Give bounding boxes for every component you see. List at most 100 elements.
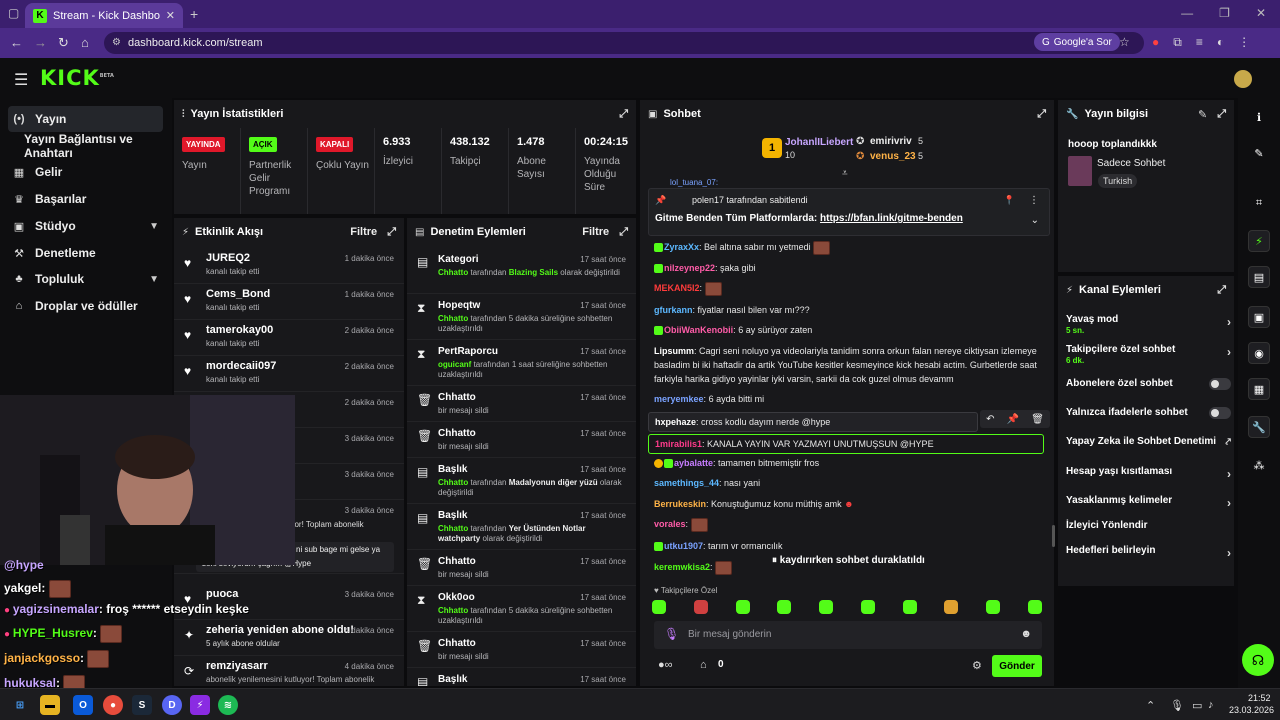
moderator-name[interactable]: Chhatto xyxy=(438,524,468,533)
chat-username[interactable]: meryemkee xyxy=(654,394,704,404)
activity-user[interactable]: puoca xyxy=(206,588,238,600)
site-info-icon[interactable]: ⚙ xyxy=(112,37,121,48)
crop-icon[interactable]: ⌗ xyxy=(1248,192,1270,214)
moderation-target[interactable]: Chhatto xyxy=(438,556,476,567)
activity-user[interactable]: Cems_Bond xyxy=(206,288,270,300)
popout-icon[interactable]: ⤢ xyxy=(1037,108,1046,121)
profile-avatar-icon[interactable]: ◐ xyxy=(1217,35,1224,50)
expand-leaderboard-icon[interactable]: ⩡ xyxy=(842,168,848,179)
forward-icon[interactable]: → xyxy=(34,35,47,50)
moderation-target[interactable]: Başlık xyxy=(438,674,467,685)
url-field[interactable]: ⚙ dashboard.kick.com/stream xyxy=(104,32,1144,54)
discord-icon[interactable]: D xyxy=(162,695,182,715)
activity-user[interactable]: JUREQ2 xyxy=(206,252,250,264)
hamburger-menu-icon[interactable]: ☰ xyxy=(14,70,28,90)
rail-grid-icon[interactable]: ▦ xyxy=(1248,378,1270,400)
edit-icon[interactable]: ✎ xyxy=(1198,108,1207,121)
chat-username[interactable]: samethings_44 xyxy=(654,478,719,488)
quick-emote-icon[interactable] xyxy=(986,600,1001,614)
chat-paused-notice[interactable]: ⏸ kaydırırken sohbet duraklatıldı xyxy=(772,555,925,566)
windows-start-icon[interactable]: ⊞ xyxy=(10,695,30,715)
channel-action-item[interactable]: Yapay Zeka ile Sohbet Denetimi ⤤ xyxy=(1066,436,1231,448)
points-icon[interactable]: ●∞ xyxy=(658,659,673,671)
send-button[interactable]: Gönder xyxy=(992,655,1042,677)
emoji-picker-icon[interactable]: 🎙 xyxy=(664,627,679,641)
chat-username[interactable]: aybalatte xyxy=(674,458,713,468)
kick-logo[interactable]: KICKBETA xyxy=(40,66,114,90)
moderation-target[interactable]: Chhatto xyxy=(438,638,476,649)
reading-list-icon[interactable]: ≡ xyxy=(1196,35,1203,50)
sidebar-item-denetleme[interactable]: ⚒ Denetleme xyxy=(8,240,163,266)
pencil-icon[interactable]: ✎ xyxy=(1248,142,1270,164)
second-name[interactable]: emirivriv xyxy=(870,136,912,147)
quick-emote-icon[interactable] xyxy=(652,600,666,614)
close-window-icon[interactable]: ✕ xyxy=(1256,6,1266,20)
quick-emote-icon[interactable] xyxy=(944,600,959,614)
chat-username[interactable]: MEKAN5I2 xyxy=(654,283,700,293)
chrome-icon[interactable]: ● xyxy=(103,695,123,715)
moderator-name[interactable]: Chhatto xyxy=(438,478,468,487)
rail-broadcast-icon[interactable]: ◉ xyxy=(1248,342,1270,364)
quick-emote-icon[interactable] xyxy=(819,600,834,614)
gift-icon[interactable]: ⌂ xyxy=(700,659,707,671)
browser-tab[interactable]: K Stream - Kick Dashboard ✕ xyxy=(25,3,183,28)
spotify-icon[interactable]: ≋ xyxy=(218,695,238,715)
user-avatar[interactable] xyxy=(1234,70,1252,88)
sidebar-item-yayin[interactable]: (•) Yayın xyxy=(8,106,163,132)
back-icon[interactable]: ← xyxy=(10,35,23,50)
rail-chat-icon[interactable]: ▣ xyxy=(1248,306,1270,328)
quick-emote-icon[interactable] xyxy=(860,600,875,614)
popout-icon[interactable]: ⤢ xyxy=(619,226,628,239)
minimize-icon[interactable]: — xyxy=(1181,6,1193,20)
quick-emote-icon[interactable] xyxy=(693,600,708,614)
outlook-icon[interactable]: O xyxy=(73,695,93,715)
chat-input-box[interactable]: 🎙 Bir mesaj gönderin ☻ xyxy=(654,621,1042,649)
pin-message-icon[interactable]: 📌 xyxy=(1007,414,1019,425)
moderation-target[interactable]: Başlık xyxy=(438,510,467,521)
chat-username[interactable]: utku1907 xyxy=(664,541,703,551)
third-name[interactable]: venus_23 xyxy=(870,151,916,162)
activity-user[interactable]: remziyasarr xyxy=(206,660,268,672)
sidebar-item-stream-key[interactable]: Yayın Bağlantısı ve Anahtarı xyxy=(20,132,170,160)
delete-message-icon[interactable]: 🗑 xyxy=(1031,414,1044,425)
popout-icon[interactable]: ⤢ xyxy=(1217,284,1226,297)
moderator-name[interactable]: Chhatto xyxy=(438,606,468,615)
moderation-target[interactable]: Başlık xyxy=(438,464,467,475)
microphone-icon[interactable]: 🎙 xyxy=(1170,699,1184,712)
channel-action-item[interactable]: Abonelere özel sohbet xyxy=(1066,378,1231,390)
new-tab-icon[interactable]: + xyxy=(190,6,198,22)
toggle-switch[interactable] xyxy=(1209,407,1231,419)
more-options-icon[interactable]: ⋮ xyxy=(1029,195,1039,206)
moderation-target[interactable]: Okk0oo xyxy=(438,592,475,603)
activity-filter-button[interactable]: Filtre xyxy=(350,226,377,238)
quick-emote-icon[interactable] xyxy=(902,600,917,614)
sidebar-item-studyo[interactable]: ▣ Stüdyo ▼ xyxy=(8,213,163,239)
quick-emote-icon[interactable] xyxy=(1027,600,1042,614)
channel-action-item[interactable]: Hesap yaşı kısıtlaması › xyxy=(1066,466,1231,481)
sidebar-item-topluluk[interactable]: ♣ Topluluk ▼ xyxy=(8,266,163,292)
tab-list-icon[interactable]: ▢ xyxy=(8,6,19,20)
reply-icon[interactable]: ↶ xyxy=(986,414,994,425)
chat-username[interactable]: hxpehaze xyxy=(655,417,696,427)
moderation-target[interactable]: Chhatto xyxy=(438,392,476,403)
chat-username[interactable]: Lipsumm xyxy=(654,346,694,356)
channel-action-item[interactable]: Yavaş mod 5 sn. › xyxy=(1066,314,1231,335)
extension-red-icon[interactable]: ● xyxy=(1152,35,1159,50)
sidebar-item-basarilar[interactable]: ♛ Başarılar xyxy=(8,186,163,212)
chat-scrollbar[interactable] xyxy=(1052,525,1055,547)
moderator-name[interactable]: oguicanf xyxy=(438,360,471,369)
volume-icon[interactable]: ♪ xyxy=(1208,699,1214,711)
home-icon[interactable]: ⌂ xyxy=(81,35,89,50)
moderator-name[interactable]: Chhatto xyxy=(438,314,468,323)
activity-user[interactable]: mordecaii097 xyxy=(206,360,276,372)
rail-bolt-icon[interactable]: ⚡ xyxy=(1248,230,1270,252)
quick-emote-icon[interactable] xyxy=(777,600,792,614)
bookmark-star-icon[interactable]: ☆ xyxy=(1119,35,1130,49)
clock-time[interactable]: 21:52 xyxy=(1248,693,1271,703)
moderation-target[interactable]: Chhatto xyxy=(438,428,476,439)
chat-username[interactable]: gfurkann xyxy=(654,305,693,315)
chat-username[interactable]: vorales xyxy=(654,519,686,529)
moderation-target[interactable]: Kategori xyxy=(438,254,479,265)
chat-username[interactable]: nilzeyneр22 xyxy=(664,263,715,273)
chat-username[interactable]: ZyraxXx xyxy=(664,242,699,252)
